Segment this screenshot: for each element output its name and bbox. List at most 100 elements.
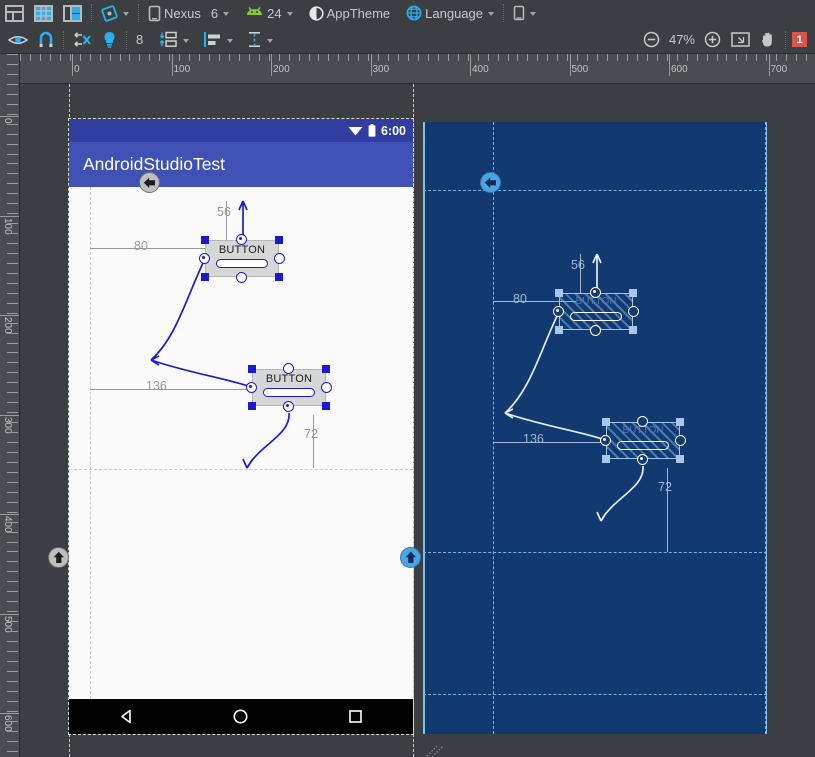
bp-resize-handle-tr-1[interactable] — [629, 289, 637, 297]
bp-constraint-anchor-top-1[interactable] — [590, 287, 601, 298]
autoconnect-button[interactable] — [33, 29, 59, 51]
pack-button[interactable] — [154, 29, 194, 51]
ruler-tick-minor — [7, 144, 18, 145]
bp-margin-top-label-1: 56 — [571, 258, 585, 272]
bp-constraint-anchor-bottom-1[interactable] — [590, 325, 601, 336]
bp-constraint-anchor-left-1[interactable] — [553, 306, 564, 317]
bp-resize-handle-tr-2[interactable] — [676, 418, 684, 426]
constraint-anchor-left-2[interactable] — [246, 382, 257, 393]
bp-constraint-anchor-bottom-2[interactable] — [637, 454, 648, 465]
layout-content-area[interactable]: 56 80 BUTTON 136 72 BUTTON — [69, 187, 413, 699]
blueprint-content-area[interactable]: 56 80 BUTTON 136 72 BUTTON — [423, 122, 767, 734]
default-margin-field[interactable]: 8 — [131, 29, 148, 51]
chevron-down-icon — [286, 12, 293, 16]
constraint-anchor-right-2[interactable] — [321, 382, 332, 393]
ruler-tick-minor — [7, 233, 18, 234]
resize-handle-br-1[interactable] — [275, 273, 283, 281]
ruler-tick-minor — [7, 741, 18, 742]
device-preview[interactable]: 6:00 AndroidStudioTest 56 80 BUTTON 136 … — [68, 118, 414, 735]
constraint-anchor-top-1[interactable] — [236, 234, 247, 245]
back-triangle-icon[interactable] — [118, 708, 135, 725]
bp-resize-handle-bl-1[interactable] — [555, 326, 563, 334]
bp-button-2-baseline-handle[interactable] — [617, 440, 669, 450]
resize-handle-tr-1[interactable] — [275, 236, 283, 244]
ruler-tick-minor — [567, 54, 568, 61]
up-arrow-icon — [53, 551, 64, 563]
blueprint-preview[interactable]: 56 80 BUTTON 136 72 BUTTON — [423, 122, 767, 734]
ruler-tick-minor — [209, 54, 210, 61]
constraint-anchor-top-2[interactable] — [283, 363, 294, 374]
bp-button-1-baseline-handle[interactable] — [570, 311, 622, 321]
orientation-button[interactable] — [96, 2, 134, 24]
view-mode-design-button[interactable] — [0, 2, 29, 24]
recents-square-icon[interactable] — [347, 708, 364, 725]
theme-selector[interactable]: AppTheme — [304, 2, 396, 24]
variant-selector[interactable] — [508, 2, 541, 24]
constraint-anchor-bottom-2[interactable] — [283, 401, 294, 412]
constraint-badge-blueprint-top[interactable] — [480, 172, 501, 193]
guidelines-button[interactable] — [242, 29, 278, 51]
ruler-tick-minor — [7, 253, 18, 254]
locale-selector[interactable]: Language — [401, 2, 499, 24]
zoom-out-icon — [643, 31, 660, 48]
align-icon — [204, 32, 221, 47]
resize-handle-br-2[interactable] — [322, 402, 330, 410]
resize-handle-tr-2[interactable] — [322, 365, 330, 373]
bp-button-widget-2[interactable]: BUTTON — [600, 416, 686, 465]
zoom-in-icon — [704, 31, 721, 48]
resize-handle-bl-1[interactable] — [201, 273, 209, 281]
button-1-baseline-handle[interactable] — [216, 259, 268, 269]
bp-constraint-anchor-right-2[interactable] — [675, 435, 686, 446]
align-button[interactable] — [198, 29, 238, 51]
home-circle-icon[interactable] — [232, 708, 249, 725]
ruler-label-v: 500 — [2, 615, 13, 633]
view-mode-both-button[interactable] — [58, 2, 87, 24]
bp-resize-handle-tl-2[interactable] — [602, 418, 610, 426]
device-variant-icon — [513, 5, 525, 21]
constraint-anchor-left-1[interactable] — [199, 253, 210, 264]
button-2-baseline-handle[interactable] — [263, 388, 315, 398]
ruler-tick-minor — [647, 54, 648, 61]
bp-resize-handle-bl-2[interactable] — [602, 455, 610, 463]
constraint-badge-design-bottom[interactable] — [48, 547, 69, 568]
bp-constraint-anchor-left-2[interactable] — [600, 435, 611, 446]
theme-contrast-icon — [308, 5, 324, 21]
resize-handle-tl-2[interactable] — [248, 365, 256, 373]
button-widget-2[interactable]: BUTTON — [246, 363, 332, 412]
resize-handle-tl-1[interactable] — [201, 236, 209, 244]
constraint-anchor-right-1[interactable] — [274, 253, 285, 264]
button-widget-1[interactable]: BUTTON — [199, 234, 285, 283]
lightbulb-icon — [104, 31, 115, 48]
ruler-tick-minor — [637, 54, 638, 61]
pan-tool-button[interactable] — [755, 29, 781, 51]
vertical-ruler: 0 100 200 300 400 500 600 — [0, 54, 20, 757]
api-selector[interactable]: 24 — [240, 2, 297, 24]
clear-constraints-button[interactable] — [68, 29, 97, 51]
bp-resize-handle-br-1[interactable] — [629, 326, 637, 334]
bp-resize-handle-br-2[interactable] — [676, 455, 684, 463]
issue-count-badge[interactable]: 1 — [792, 32, 807, 47]
ruler-tick-minor — [7, 621, 18, 622]
bp-constraint-anchor-right-1[interactable] — [628, 306, 639, 317]
device-selector[interactable]: Nexus 6 — [143, 2, 234, 24]
view-mode-blueprint-button[interactable] — [29, 2, 58, 24]
design-canvas[interactable]: 6:00 AndroidStudioTest 56 80 BUTTON 136 … — [21, 84, 815, 757]
bp-resize-handle-tl-1[interactable] — [555, 289, 563, 297]
bp-constraint-anchor-top-2[interactable] — [637, 416, 648, 427]
show-constraints-button[interactable] — [0, 29, 33, 51]
ruler-tick-minor — [7, 691, 18, 692]
resize-grip-handle[interactable] — [425, 744, 447, 757]
ruler-tick-minor — [7, 273, 18, 274]
zoom-in-button[interactable] — [699, 29, 726, 51]
ruler-tick-minor — [478, 54, 479, 61]
ruler-tick-minor — [7, 193, 18, 194]
constraint-badge-blueprint-bottom[interactable] — [400, 547, 421, 568]
bp-button-widget-1[interactable]: BUTTON — [553, 287, 639, 336]
zoom-fit-button[interactable] — [726, 29, 755, 51]
infer-constraints-button[interactable] — [97, 29, 122, 51]
constraint-anchor-bottom-1[interactable] — [236, 272, 247, 283]
ruler-tick-minor — [697, 54, 698, 61]
constraint-badge-design-top[interactable] — [139, 172, 160, 193]
resize-handle-bl-2[interactable] — [248, 402, 256, 410]
zoom-out-button[interactable] — [638, 29, 665, 51]
